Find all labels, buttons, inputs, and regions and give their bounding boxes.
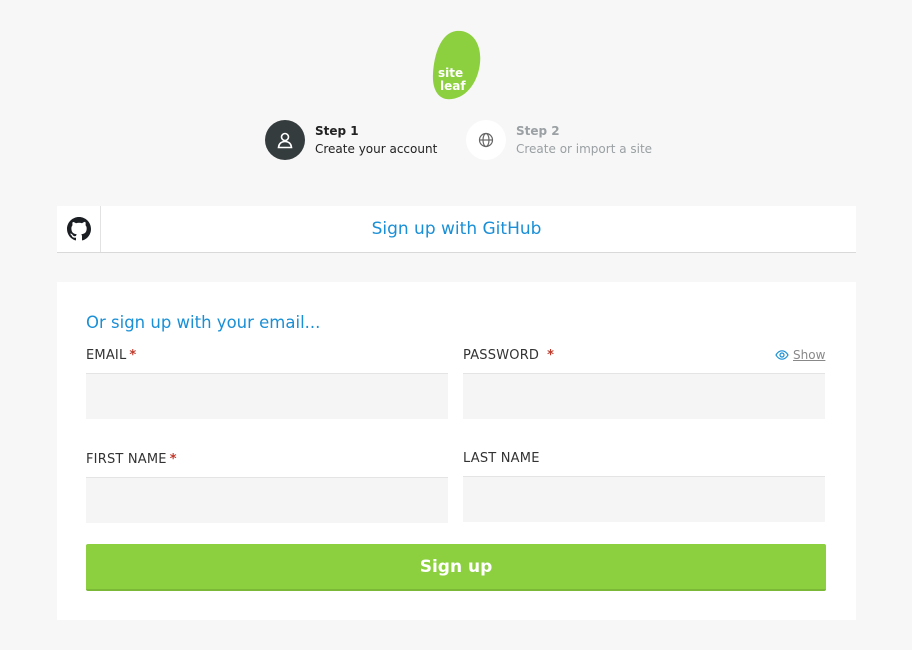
password-field[interactable] [463,373,825,419]
first-name-label-text: FIRST NAME [86,452,167,467]
email-label-text: EMAIL [86,348,127,363]
last-name-field[interactable] [463,476,825,522]
show-password-toggle[interactable]: Show [775,348,825,362]
first-name-field[interactable] [86,477,448,523]
password-required-mark: * [547,348,555,363]
signup-button[interactable]: Sign up [86,544,826,591]
step-1-subtitle: Create your account [315,142,438,156]
step-2-title: Step 2 [516,124,560,138]
email-label: EMAIL * [86,348,136,363]
step-2-badge [466,120,506,160]
step-1-badge [265,120,305,160]
eye-icon [775,350,789,360]
password-label: PASSWORD * [463,348,554,363]
logo-text-leaf: leaf [440,79,466,93]
globe-icon [478,132,494,148]
show-password-label: Show [793,348,826,362]
github-signup-button[interactable]: Sign up with GitHub [57,206,856,253]
email-signup-heading: Or sign up with your email... [86,313,321,332]
first-name-required-mark: * [169,452,177,467]
logo-text-site: site [438,66,463,80]
user-icon [277,132,293,149]
last-name-label-text: LAST NAME [463,451,540,466]
github-icon-box [57,206,101,252]
email-field[interactable] [86,373,448,419]
github-signup-label: Sign up with GitHub [371,219,542,239]
step-2-subtitle: Create or import a site [516,142,653,156]
email-required-mark: * [129,348,137,363]
step-1-title: Step 1 [315,124,359,138]
step-1: Step 1 Create your account [265,119,437,161]
siteleaf-logo[interactable]: site leaf [432,30,481,100]
last-name-label: LAST NAME [463,451,540,466]
github-icon [66,217,91,241]
signup-form-card: Or sign up with your email... EMAIL * PAS… [57,282,856,620]
first-name-label: FIRST NAME * [86,452,177,467]
password-label-text: PASSWORD [463,348,540,363]
step-2: Step 2 Create or import a site [466,119,652,161]
